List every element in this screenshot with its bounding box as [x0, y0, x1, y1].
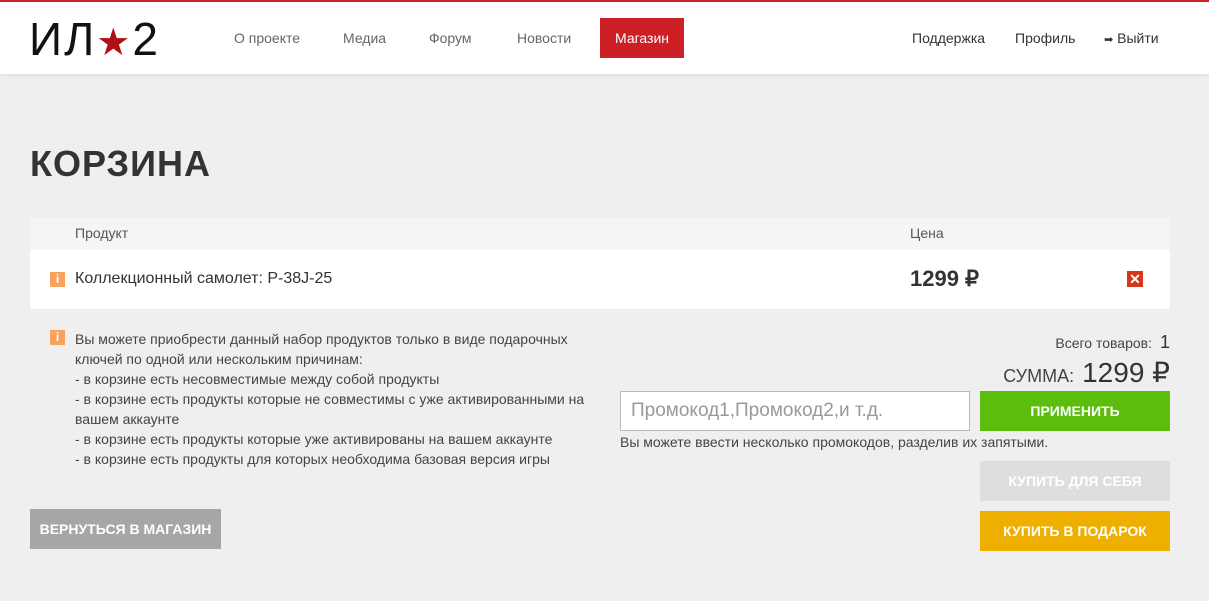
column-product: Продукт	[75, 225, 129, 241]
top-navbar: ИЛ★2 О проекте Медиа Форум Новости Магаз…	[0, 0, 1209, 74]
support-link[interactable]: Поддержка	[912, 18, 985, 58]
nav-news[interactable]: Новости	[502, 18, 586, 58]
buy-as-gift-button[interactable]: КУПИТЬ В ПОДАРОК	[980, 511, 1170, 551]
gift-only-note: Вы можете приобрести данный набор продук…	[75, 329, 605, 469]
note-line: - в корзине есть продукты которые не сов…	[75, 391, 585, 427]
logout-icon: ➡	[1104, 34, 1114, 46]
product-name: Коллекционный самолет: P-38J-25	[75, 270, 333, 287]
table-row: i Коллекционный самолет: P-38J-25 1299 ₽…	[30, 250, 1170, 309]
column-price: Цена	[910, 225, 944, 241]
sum-value: 1299 ₽	[1082, 357, 1170, 388]
note-line: - в корзине есть продукты которые уже ак…	[75, 431, 553, 447]
note-line: - в корзине есть продукты для которых не…	[75, 451, 550, 467]
note-line: - в корзине есть несовместимые между соб…	[75, 371, 440, 387]
logout-link[interactable]: ➡ Выйти	[1104, 18, 1159, 60]
buy-for-self-button[interactable]: КУПИТЬ ДЛЯ СЕБЯ	[980, 461, 1170, 501]
cart-table-header: Продукт Цена	[30, 218, 1170, 250]
page-title: КОРЗИНА	[30, 143, 211, 184]
product-price: 1299 ₽	[910, 266, 980, 291]
profile-link[interactable]: Профиль	[1015, 18, 1075, 58]
info-icon: i	[50, 330, 65, 345]
promo-code-input[interactable]	[620, 391, 970, 431]
sum-label: СУММА:	[1003, 366, 1075, 386]
logout-label: Выйти	[1117, 30, 1159, 46]
sum: СУММА: 1299 ₽	[1003, 356, 1170, 389]
nav-forum[interactable]: Форум	[414, 18, 487, 58]
apply-promo-button[interactable]: ПРИМЕНИТЬ	[980, 391, 1170, 431]
nav-media[interactable]: Медиа	[328, 18, 401, 58]
note-line: Вы можете приобрести данный набор продук…	[75, 331, 568, 367]
nav-about[interactable]: О проекте	[219, 18, 315, 58]
back-to-shop-button[interactable]: ВЕРНУТЬСЯ В МАГАЗИН	[30, 509, 221, 549]
total-label: Всего товаров:	[1055, 335, 1152, 351]
remove-item-icon[interactable]: ✕	[1127, 271, 1143, 287]
nav-shop[interactable]: Магазин	[600, 18, 684, 58]
logo[interactable]: ИЛ★2	[29, 16, 160, 64]
total-items: Всего товаров: 1	[1055, 332, 1170, 353]
info-icon[interactable]: i	[50, 272, 65, 287]
total-value: 1	[1159, 332, 1170, 352]
promo-hint: Вы можете ввести несколько промокодов, р…	[620, 434, 1049, 450]
